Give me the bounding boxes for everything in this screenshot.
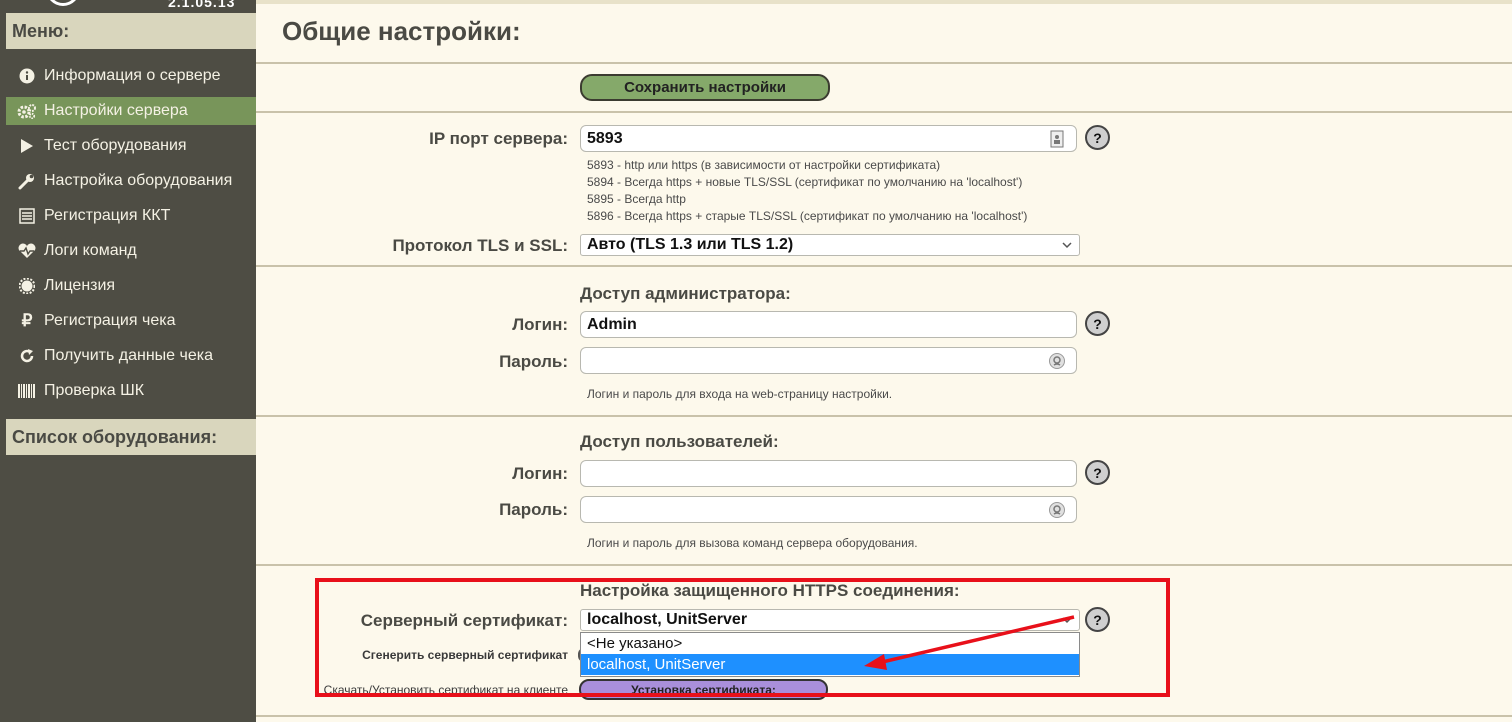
ip-port-input[interactable]: 5893	[580, 125, 1077, 152]
ruble-icon: ₽	[21, 311, 33, 330]
admin-password-input[interactable]	[580, 347, 1077, 374]
barcode-icon	[16, 383, 38, 399]
sidebar-item-label: Информация о сервере	[44, 67, 221, 84]
users-password-label: Пароль:	[499, 500, 568, 519]
server-certificate-label: Серверный сертификат:	[360, 611, 568, 630]
sidebar-item-license[interactable]: Лицензия	[6, 272, 256, 300]
divider	[256, 415, 1512, 417]
server-certificate-select[interactable]: localhost, UnitServer	[580, 609, 1080, 631]
dropdown-option-selected[interactable]: localhost, UnitServer	[581, 654, 1079, 675]
download-certificate-label: Скачать/Установить сертификат на клиенте	[323, 683, 568, 697]
users-access-title: Доступ пользователей:	[580, 432, 779, 451]
menu-heading: Меню:	[6, 13, 264, 49]
divider	[256, 111, 1512, 113]
sidebar-item-equipment-test[interactable]: Тест оборудования	[6, 132, 256, 160]
heartbeat-icon	[16, 243, 38, 259]
divider	[256, 715, 1512, 717]
install-certificate-button[interactable]: Установка сертификата:	[579, 679, 828, 700]
users-help-button[interactable]: ?	[1085, 460, 1110, 485]
generate-certificate-label: Сгенерить серверный сертификат	[362, 648, 568, 662]
sidebar-item-label: Настройки сервера	[44, 102, 188, 119]
version-text: 2.1.05.13	[168, 0, 236, 10]
sidebar-item-label: Логи команд	[44, 242, 137, 259]
admin-help-button[interactable]: ?	[1085, 311, 1110, 336]
sidebar-item-label: Настройка оборудования	[44, 172, 233, 189]
divider	[256, 62, 1512, 64]
users-password-input[interactable]	[580, 496, 1077, 523]
sidebar-item-label: Регистрация чека	[44, 312, 176, 329]
page-title: Общие настройки:	[282, 16, 521, 46]
tls-protocol-label: Протокол TLS и SSL:	[392, 236, 568, 255]
users-login-input[interactable]	[580, 460, 1077, 487]
certificate-dropdown-list: <Не указано> localhost, UnitServer	[580, 632, 1080, 677]
ip-port-help-button[interactable]: ?	[1085, 125, 1110, 150]
list-icon	[16, 208, 38, 224]
admin-access-title: Доступ администратора:	[580, 284, 791, 303]
sidebar-item-equipment-setup[interactable]: Настройка оборудования	[6, 167, 256, 195]
sidebar-item-label: Проверка ШК	[44, 382, 145, 399]
logo-icon	[46, 0, 80, 6]
info-icon	[16, 68, 38, 84]
sidebar-item-label: Тест оборудования	[44, 137, 187, 154]
dropdown-option[interactable]: <Не указано>	[581, 633, 1079, 654]
refresh-icon	[16, 348, 38, 364]
sidebar-item-label: Лицензия	[44, 277, 116, 294]
tls-protocol-value: Авто (TLS 1.3 или TLS 1.2)	[587, 236, 794, 253]
chevron-down-icon	[1061, 613, 1073, 631]
users-login-label: Логин:	[512, 464, 568, 483]
play-icon	[16, 138, 38, 154]
admin-password-label: Пароль:	[499, 352, 568, 371]
admin-hint: Логин и пароль для входа на web-страницу…	[587, 387, 893, 401]
sidebar-item-barcode-check[interactable]: Проверка ШК	[6, 377, 256, 405]
divider	[256, 265, 1512, 267]
sidebar-item-command-logs[interactable]: Логи команд	[6, 237, 256, 265]
sidebar-item-label: Регистрация ККТ	[44, 207, 171, 224]
https-settings-title: Настройка защищенного HTTPS соединения:	[580, 581, 960, 600]
ip-port-hint: 5893 - http или https (в зависимости от …	[587, 158, 941, 172]
password-reveal-icon[interactable]	[1048, 501, 1066, 519]
equipment-list-heading: Список оборудования:	[6, 419, 264, 455]
server-certificate-value: localhost, UnitServer	[587, 611, 748, 628]
admin-login-input[interactable]: Admin	[580, 311, 1077, 338]
divider	[256, 564, 1512, 566]
chevron-down-icon	[1061, 238, 1073, 256]
password-reveal-icon[interactable]	[1048, 352, 1066, 370]
sidebar-item-server-settings[interactable]: Настройки сервера	[6, 97, 256, 125]
sidebar-item-server-info[interactable]: Информация о сервере	[6, 62, 256, 90]
admin-login-value: Admin	[587, 315, 637, 333]
sidebar-item-label: Получить данные чека	[44, 347, 213, 364]
wrench-icon	[16, 172, 38, 190]
save-settings-button[interactable]: Сохранить настройки	[580, 74, 830, 101]
gears-icon	[16, 103, 38, 119]
top-strip	[256, 0, 1512, 4]
users-hint: Логин и пароль для вызова команд сервера…	[587, 536, 918, 550]
https-help-button[interactable]: ?	[1085, 607, 1110, 632]
ip-port-hint: 5896 - Всегда https + старые TLS/SSL (се…	[587, 209, 1028, 223]
tls-protocol-select[interactable]: Авто (TLS 1.3 или TLS 1.2)	[580, 234, 1080, 256]
ip-port-hint: 5894 - Всегда https + новые TLS/SSL (сер…	[587, 175, 1023, 189]
contact-card-icon	[1048, 130, 1066, 148]
admin-login-label: Логин:	[512, 315, 568, 334]
sidebar-item-get-receipt-data[interactable]: Получить данные чека	[6, 342, 256, 370]
ip-port-hint: 5895 - Всегда http	[587, 192, 686, 206]
ip-port-value: 5893	[587, 129, 623, 147]
ip-port-label: IP порт сервера:	[429, 129, 568, 148]
sidebar-item-receipt-registration[interactable]: ₽ Регистрация чека	[6, 307, 256, 335]
sidebar-item-kkt-registration[interactable]: Регистрация ККТ	[6, 202, 256, 230]
certificate-icon	[16, 278, 38, 294]
